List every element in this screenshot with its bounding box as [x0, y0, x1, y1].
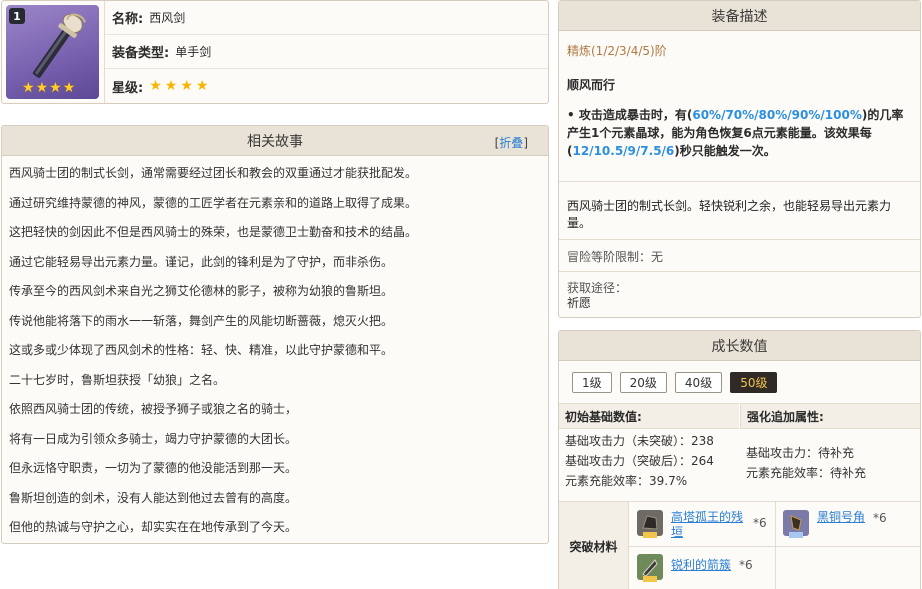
divider [559, 271, 920, 272]
story-line: 通过研究维持蒙德的神风，蒙德的工匠学者在元素亲和的道路上取得了成果。 [9, 195, 418, 210]
collapse-toggle[interactable]: [折叠] [495, 134, 528, 151]
type-row: 装备类型: 单手剑 [105, 35, 548, 69]
base-stat: 元素充能效率：39.7% [565, 474, 688, 488]
growth-card: 成长数值 1级 20级 40级 50级 初始基础数值: 强化追加属性: 基础攻击… [558, 330, 921, 589]
skill-chance-values: 60%/70%/80%/90%/100% [692, 108, 862, 122]
skill-description: • 攻击造成暴击时，有(60%/70%/80%/90%/100%)的几率产生1个… [567, 106, 912, 160]
bonus-stat: 元素充能效率：待补充 [746, 466, 867, 480]
material-name[interactable]: 黑铜号角 [817, 510, 865, 525]
star-icon: ★ [49, 80, 62, 96]
story-line: 西风骑士团的制式长剑，通常需要经过团长和教会的双重通过才能获批配发。 [9, 166, 418, 180]
story-title: 相关故事 [247, 133, 303, 150]
skill-text-part: )秒只能触发一次。 [674, 144, 776, 158]
tower-fragment-icon [637, 510, 663, 538]
equip-desc-card: 装备描述 精炼(1/2/3/4/5)阶 顺风而行 • 攻击造成暴击时，有(60%… [558, 0, 921, 318]
skill-cooldown-values: 12/10.5/9/7.5/6 [572, 144, 675, 158]
rarity-stars: ★ ★ ★ ★ [149, 78, 211, 94]
story-line: 这把轻快的剑因此不但是西风骑士的殊荣，也是蒙德卫士勤奋和技术的结晶。 [9, 225, 418, 239]
base-stat: 基础攻击力（突破后）：264 [565, 454, 714, 468]
material-item[interactable]: 锐利的箭簇 *6 [637, 554, 753, 582]
rank-limit: 冒险等阶限制：无 [567, 250, 664, 264]
material-qty: *6 [739, 558, 753, 572]
story-text: 西风骑士团的制式长剑，通常需要经过团长和教会的双重通过才能获批配发。 通过研究维… [2, 156, 548, 543]
material-item[interactable]: 黑铜号角 *6 [783, 510, 887, 538]
type-label: 装备类型: [112, 46, 170, 61]
star-icon: ★ [62, 80, 76, 96]
star-icon: ★ [180, 78, 193, 94]
story-line: 二十七岁时，鲁斯坦获授「幼狼」之名。 [9, 372, 226, 387]
info-rows: 名称: 西风剑 装备类型: 单手剑 星级: ★ ★ ★ ★ [104, 1, 548, 103]
material-name[interactable]: 高塔孤王的残垣 [671, 510, 745, 540]
star-icon: ★ [195, 78, 209, 94]
material-item[interactable]: 高塔孤王的残垣 *6 [637, 510, 767, 540]
bonus-stats-header: 强化追加属性: [740, 403, 920, 429]
star-icon: ★ [22, 80, 35, 96]
story-line: 但永远恪守职责，一切为了蒙德的他没能活到那一天。 [9, 461, 298, 475]
level-tab-40[interactable]: 40级 [674, 372, 723, 393]
story-line: 这或多或少体现了西风剑术的性格：轻、快、精准，以此守护蒙德和平。 [9, 343, 394, 357]
desc-title: 装备描述 [711, 8, 768, 25]
name-row: 名称: 西风剑 [105, 1, 548, 35]
ascension-materials: 突破材料 高塔孤王的残垣 *6 黑铜号角 *6 锐利的箭簇 *6 [559, 501, 920, 589]
collapse-link[interactable]: 折叠 [499, 136, 523, 150]
level-tab-1[interactable]: 1级 [572, 372, 612, 393]
story-header: 相关故事 [折叠] [2, 126, 548, 156]
base-stats: 基础攻击力（未突破）：238 基础攻击力（突破后）：264 元素充能效率：39.… [559, 431, 739, 491]
skill-text-part: • 攻击造成暴击时，有( [567, 108, 693, 122]
story-line: 传承至今的西风剑术来自光之狮艾伦德林的影子，被称为幼狼的鲁斯坦。 [9, 284, 394, 298]
base-stats-header: 初始基础数值: [559, 403, 739, 429]
divider [629, 546, 920, 547]
weapon-info-card: 1 ★ ★ ★ ★ 名称: 西风剑 装备类型: 单手剑 星级: ★ ★ ★ ★ [1, 0, 549, 104]
bracket-close: ] [523, 136, 528, 150]
rarity-stars-overlay: ★ ★ ★ ★ [22, 80, 75, 96]
level-tabs: 1级 20级 40级 50级 [572, 372, 778, 393]
level-tab-50[interactable]: 50级 [730, 372, 778, 393]
weapon-type: 单手剑 [175, 45, 212, 59]
story-line: 通过它能轻易导出元素力量。谨记，此剑的锋利是为了守护，而非杀伤。 [9, 254, 394, 269]
refinement-levels: 精炼(1/2/3/4/5)阶 [567, 44, 667, 58]
weapon-portrait: 1 ★ ★ ★ ★ [6, 5, 99, 99]
obtain-value: 祈愿 [567, 296, 592, 310]
sharp-arrowhead-icon [637, 554, 663, 582]
desc-body: 精炼(1/2/3/4/5)阶 顺风而行 • 攻击造成暴击时，有(60%/70%/… [559, 31, 920, 160]
story-line: 但他的热诚与守护之心，却实实在在地传承到了今天。 [9, 520, 298, 534]
bonus-stat: 基础攻击力：待补充 [746, 446, 855, 460]
skill-name: 顺风而行 [567, 78, 616, 92]
growth-header: 成长数值 [559, 331, 920, 361]
story-line: 将有一日成为引领众多骑士，竭力守护蒙德的大团长。 [9, 431, 298, 446]
material-name[interactable]: 锐利的箭簇 [671, 558, 731, 573]
name-label: 名称: [112, 12, 144, 27]
divider [559, 239, 920, 240]
story-card: 相关故事 [折叠] 西风骑士团的制式长剑，通常需要经过团长和教会的双重通过才能获… [1, 125, 549, 544]
material-qty: *6 [753, 516, 767, 530]
rarity-label: 星级: [112, 80, 144, 96]
growth-title: 成长数值 [711, 338, 768, 355]
star-icon: ★ [164, 78, 178, 94]
story-line: 鲁斯坦创造的剑术，没有人能达到他过去曾有的高度。 [9, 490, 298, 505]
material-qty: *6 [873, 511, 887, 525]
materials-label: 突破材料 [559, 502, 629, 589]
star-icon: ★ [149, 78, 162, 94]
divider [559, 181, 920, 182]
base-stat: 基础攻击力（未突破）：238 [565, 434, 714, 448]
weapon-description: 西风骑士团的制式长剑。轻快锐利之余，也能轻易导出元素力量。 [567, 199, 892, 230]
star-icon: ★ [35, 80, 49, 96]
weapon-name: 西风剑 [149, 11, 186, 25]
bonus-stats: 基础攻击力：待补充 元素充能效率：待补充 [740, 443, 920, 483]
black-bronze-horn-icon [783, 510, 809, 538]
desc-header: 装备描述 [559, 1, 920, 31]
story-line: 依照西风骑士团的传统，被授予狮子或狼之名的骑士， [9, 402, 298, 416]
level-tab-20[interactable]: 20级 [619, 372, 667, 393]
story-line: 传说他能将落下的雨水一一斩落，舞剑产生的风能切断蔷薇，熄灭火把。 [9, 313, 394, 328]
rarity-row: 星级: ★ ★ ★ ★ [105, 69, 548, 103]
